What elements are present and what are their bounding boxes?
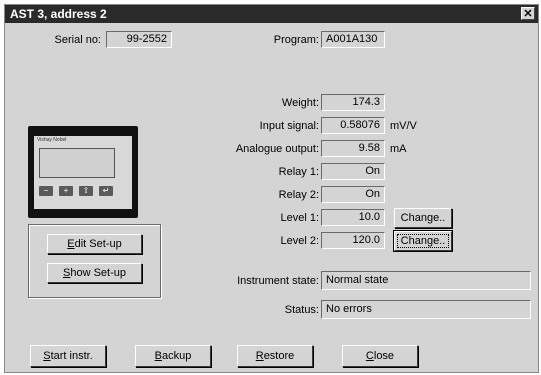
weight-field: 174.3 [321,94,385,111]
show-setup-button[interactable]: Show Set-up [47,263,142,283]
analogue-output-unit: mA [390,143,407,155]
analogue-output-field: 9.58 [321,140,385,157]
relay-2-field: On [321,186,385,203]
status-label: Status: [284,304,319,316]
shift-key-icon: ⇧ [79,186,93,196]
dialog-client: Serial no: 99-2552 Program: A001A130 Vis… [5,23,538,372]
analogue-output-label: Analogue output: [235,143,319,155]
minus-key-icon: − [39,186,53,196]
status-field: No errors [321,300,531,319]
weight-label: Weight: [281,97,319,109]
instrument-state-field: Normal state [321,271,531,290]
instrument-state-label: Instrument state: [237,275,319,287]
brand-logo: Vishay Nobel [37,137,67,143]
change-level-1-button[interactable]: Change.. [394,208,452,228]
start-instrument-button[interactable]: Start instr. [30,345,106,367]
close-icon[interactable]: ✕ [521,7,535,20]
title-bar[interactable]: AST 3, address 2 ✕ [5,5,538,23]
setup-group: Edit Set-up Show Set-up [28,224,161,298]
instrument-front-panel: Vishay Nobel − + ⇧ ↵ [34,136,132,209]
serial-field: 99-2552 [106,31,172,48]
change-level-2-button[interactable]: Change.. [394,231,452,251]
level-2-field: 120.0 [321,232,385,249]
instrument-image: Vishay Nobel − + ⇧ ↵ [28,126,138,218]
level-2-label: Level 2: [280,235,319,247]
program-label: Program: [273,34,319,46]
backup-button[interactable]: Backup [135,345,211,367]
plus-key-icon: + [59,186,73,196]
edit-setup-button[interactable]: Edit Set-up [47,234,142,254]
enter-key-icon: ↵ [99,186,113,196]
relay-1-field: On [321,163,385,180]
serial-label: Serial no: [54,34,101,46]
close-button[interactable]: Close [342,345,418,367]
level-1-label: Level 1: [280,212,319,224]
dialog-window: AST 3, address 2 ✕ Serial no: 99-2552 Pr… [4,4,539,373]
restore-button[interactable]: Restore [237,345,313,367]
input-signal-field: 0.58076 [321,117,385,134]
instrument-display [39,148,115,178]
window-title: AST 3, address 2 [10,7,107,21]
level-1-field: 10.0 [321,209,385,226]
relay-1-label: Relay 1: [278,166,319,178]
program-field: A001A130 [321,31,385,48]
input-signal-unit: mV/V [390,120,417,132]
relay-2-label: Relay 2: [278,189,319,201]
input-signal-label: Input signal: [259,120,319,132]
